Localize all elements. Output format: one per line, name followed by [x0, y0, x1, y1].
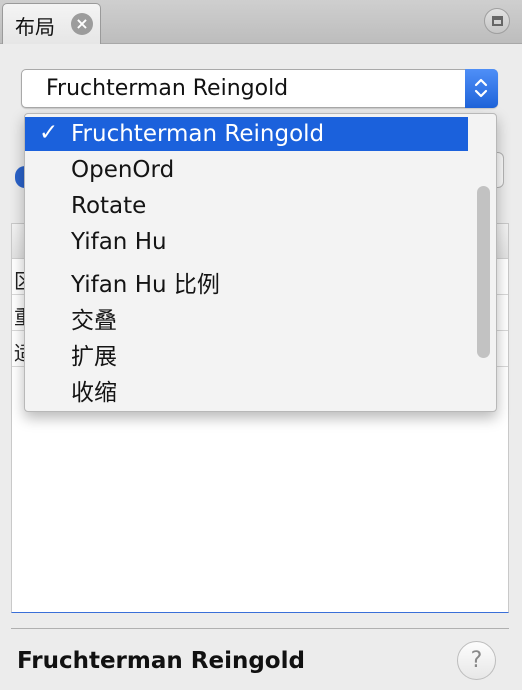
- dropdown-option-rotate[interactable]: Rotate: [25, 189, 468, 223]
- dropdown-option-expand[interactable]: 扩展: [25, 333, 468, 370]
- option-label: 扩展: [71, 344, 117, 370]
- layout-select-value: Fruchterman Reingold: [46, 76, 289, 101]
- tab-strip: 布局 ×: [0, 0, 522, 44]
- dropdown-option-fruchterman-reingold[interactable]: ✓ Fruchterman Reingold: [25, 117, 468, 151]
- dropdown-option-overlap[interactable]: 交叠: [25, 297, 468, 334]
- layout-dropdown-menu: ✓ Fruchterman Reingold OpenOrd Rotate Yi…: [24, 113, 497, 412]
- option-label: 收缩: [71, 380, 117, 406]
- dropdown-scrollbar[interactable]: [477, 186, 490, 358]
- window-restore-icon[interactable]: [484, 8, 510, 34]
- help-icon[interactable]: ?: [457, 641, 496, 680]
- dropdown-option-yifan-hu-proportional[interactable]: Yifan Hu 比例: [25, 261, 468, 298]
- option-label: Yifan Hu 比例: [71, 272, 220, 298]
- option-label: OpenOrd: [71, 157, 175, 183]
- dropdown-option-openord[interactable]: OpenOrd: [25, 153, 468, 187]
- layout-description-title: Fruchterman Reingold: [17, 648, 305, 674]
- dropdown-option-yifan-hu[interactable]: Yifan Hu: [25, 225, 468, 259]
- tab-title: 布局: [15, 15, 55, 39]
- chevron-updown-icon[interactable]: [465, 69, 498, 108]
- option-label: Fruchterman Reingold: [71, 121, 325, 147]
- tab-layout[interactable]: 布局 ×: [2, 3, 101, 44]
- checkmark-icon: ✓: [39, 120, 59, 146]
- option-label: 交叠: [71, 308, 117, 334]
- close-icon[interactable]: ×: [71, 13, 93, 35]
- option-label: Rotate: [71, 193, 147, 219]
- divider: [11, 628, 509, 629]
- option-label: Yifan Hu: [71, 229, 167, 255]
- layout-select[interactable]: Fruchterman Reingold: [21, 69, 498, 108]
- dropdown-option-contract[interactable]: 收缩: [25, 369, 468, 406]
